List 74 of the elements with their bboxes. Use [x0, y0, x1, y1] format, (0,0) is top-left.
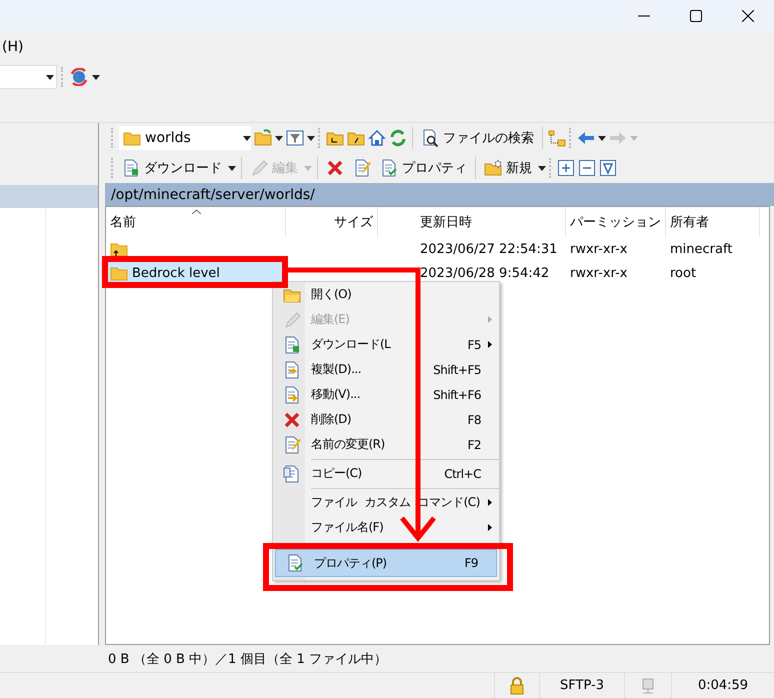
find-files-button[interactable]: ファイルの検索: [418, 127, 537, 149]
pencil-icon: [283, 310, 301, 328]
caret-icon: [243, 136, 251, 140]
folder-tree-icon[interactable]: [548, 129, 566, 147]
rename-icon: [353, 159, 371, 177]
owner-cell-text: root: [669, 264, 698, 282]
menu-item[interactable]: プロパティ(P) F9: [275, 549, 497, 577]
caret-icon: [598, 136, 606, 140]
close-icon[interactable]: [742, 10, 754, 22]
menu-item[interactable]: (H): [0, 39, 26, 55]
properties-icon: [286, 554, 304, 572]
delete-icon: [326, 159, 344, 177]
back-arrow-icon[interactable]: [577, 129, 595, 147]
lock-icon: [508, 676, 526, 694]
download-icon: [122, 159, 140, 177]
pencil-icon: [250, 159, 268, 177]
rename-icon: [283, 436, 301, 454]
properties-button[interactable]: プロパティ: [377, 157, 470, 179]
caret-icon: [307, 136, 315, 140]
column-header[interactable]: サイズ: [286, 207, 378, 237]
download-icon: [283, 336, 301, 354]
copy-icon: [283, 464, 301, 482]
menu-item[interactable]: 移動(V)... Shift+F6: [273, 382, 499, 407]
menu-item[interactable]: 名前の変更(R) F2: [273, 432, 499, 457]
caret-icon: [92, 74, 100, 80]
menu-item[interactable]: 削除(D) F8: [273, 407, 499, 432]
menu-item[interactable]: 開く(O): [273, 282, 499, 307]
delete-icon: [283, 410, 301, 428]
submenu-arrow-icon: [488, 341, 492, 348]
toolbar-button[interactable]: ダウンロード: [119, 157, 225, 179]
duplicate-icon: [283, 360, 301, 378]
minus-icon[interactable]: [578, 159, 596, 177]
submenu-arrow-icon: [488, 499, 492, 506]
session-time: 0:04:59: [671, 673, 774, 698]
home-icon[interactable]: [368, 129, 386, 147]
column-header[interactable]: 名前: [106, 207, 286, 237]
move-icon: [283, 386, 301, 404]
sort-icon: [192, 209, 201, 214]
date-cell-text: 2023/06/27 22:54:31: [419, 240, 558, 258]
maximize-icon[interactable]: [690, 10, 702, 22]
path-text: /opt/minecraft/server/worlds/: [111, 186, 315, 202]
search-icon: [421, 129, 439, 147]
protocol-text: SFTP-3: [539, 673, 624, 698]
menu-item[interactable]: ダウンロード(L F5: [273, 332, 499, 357]
menu-item[interactable]: コピー(C) Ctrl+C: [273, 461, 499, 486]
permissions-cell-text: rwxr-xr-x: [569, 240, 628, 258]
toolbar-button[interactable]: 新規: [481, 157, 535, 179]
menu-item[interactable]: 複製(D)... Shift+F5: [273, 357, 499, 382]
properties-icon: [380, 159, 398, 177]
open-folder-icon[interactable]: [254, 129, 272, 147]
location-combo[interactable]: worlds: [119, 126, 251, 150]
plus-icon[interactable]: [557, 159, 575, 177]
caret-icon: [275, 136, 283, 140]
new-folder-icon: [484, 159, 502, 177]
refresh-icon[interactable]: [389, 129, 407, 147]
owner-cell-text: minecraft: [669, 240, 734, 258]
caret-icon: [538, 166, 546, 170]
select-filter-icon[interactable]: [599, 159, 617, 177]
column-header[interactable]: パーミッション: [566, 207, 666, 237]
caret-icon: [630, 136, 638, 140]
menu-item[interactable]: ファイル名(F): [273, 515, 499, 540]
column-header[interactable]: 更新日時: [378, 207, 566, 237]
submenu-arrow-icon: [488, 316, 492, 323]
column-header[interactable]: 所有者: [666, 207, 760, 237]
permissions-cell-text: rwxr-xr-x: [569, 264, 628, 282]
submenu-arrow-icon: [488, 524, 492, 531]
date-cell-text: 2023/06/28 9:54:42: [419, 264, 550, 282]
caret-icon: [46, 74, 54, 80]
filter-icon[interactable]: [286, 129, 304, 147]
globe-sync-icon[interactable]: [70, 68, 88, 86]
status-text: 0 B （全 0 B 中）／1 個目（全 1 ファイル中）: [107, 650, 388, 668]
caret-icon: [304, 166, 312, 170]
minimize-icon[interactable]: [638, 15, 650, 17]
caret-icon: [228, 166, 236, 170]
